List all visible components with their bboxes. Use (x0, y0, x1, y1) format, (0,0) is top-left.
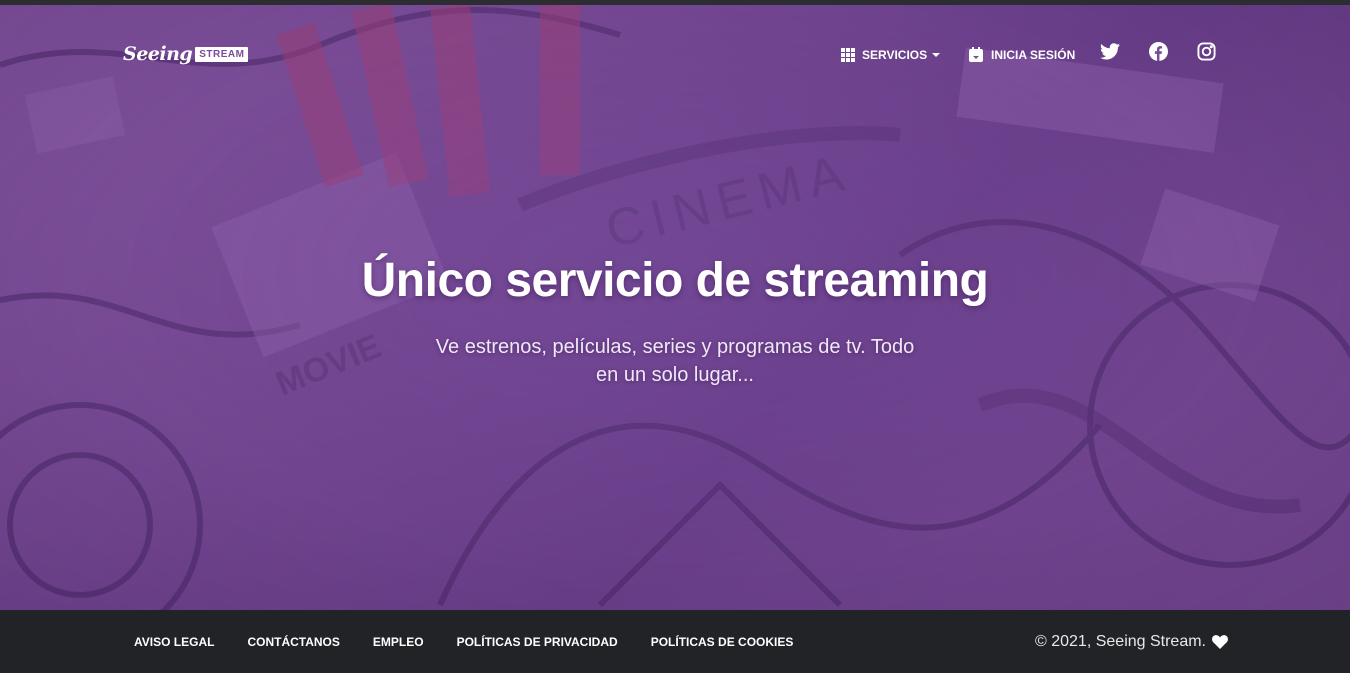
twitter-icon (1100, 43, 1120, 65)
instagram-link[interactable] (1195, 42, 1217, 66)
footer-links: AVISO LEGAL CONTÁCTANOS EMPLEO POLÍTICAS… (134, 610, 826, 673)
instagram-icon (1196, 42, 1216, 66)
hero-section: CINEMA MOVIE Seeing STREAM SERVICIOS (0, 5, 1350, 610)
twitter-link[interactable] (1099, 43, 1121, 65)
heart-icon (1212, 634, 1228, 649)
grid-icon (841, 48, 855, 62)
calendar-icon (968, 47, 984, 63)
nav-services-label: SERVICIOS (862, 48, 928, 62)
footer-link-aviso-legal[interactable]: AVISO LEGAL (134, 635, 214, 649)
nav-login-link[interactable]: INICIA SESIÓN (968, 44, 1075, 66)
nav-login-label: INICIA SESIÓN (991, 48, 1076, 62)
footer-link-contactanos[interactable]: CONTÁCTANOS (247, 635, 339, 649)
facebook-link[interactable] (1147, 42, 1169, 66)
hero-subtitle: Ve estrenos, películas, series y program… (435, 336, 915, 386)
site-footer: AVISO LEGAL CONTÁCTANOS EMPLEO POLÍTICAS… (0, 610, 1350, 673)
nav-services-dropdown[interactable]: SERVICIOS (841, 44, 941, 66)
footer-link-privacidad[interactable]: POLÍTICAS DE PRIVACIDAD (457, 635, 618, 649)
copyright: © 2021, Seeing Stream. (1035, 610, 1228, 673)
facebook-icon (1148, 42, 1168, 66)
copyright-text: © 2021, Seeing Stream. (1035, 632, 1206, 650)
footer-link-empleo[interactable]: EMPLEO (373, 635, 424, 649)
footer-link-cookies[interactable]: POLÍTICAS DE COOKIES (651, 635, 794, 649)
chevron-down-icon (932, 53, 941, 57)
hero-title: Único servicio de streaming (361, 254, 989, 307)
